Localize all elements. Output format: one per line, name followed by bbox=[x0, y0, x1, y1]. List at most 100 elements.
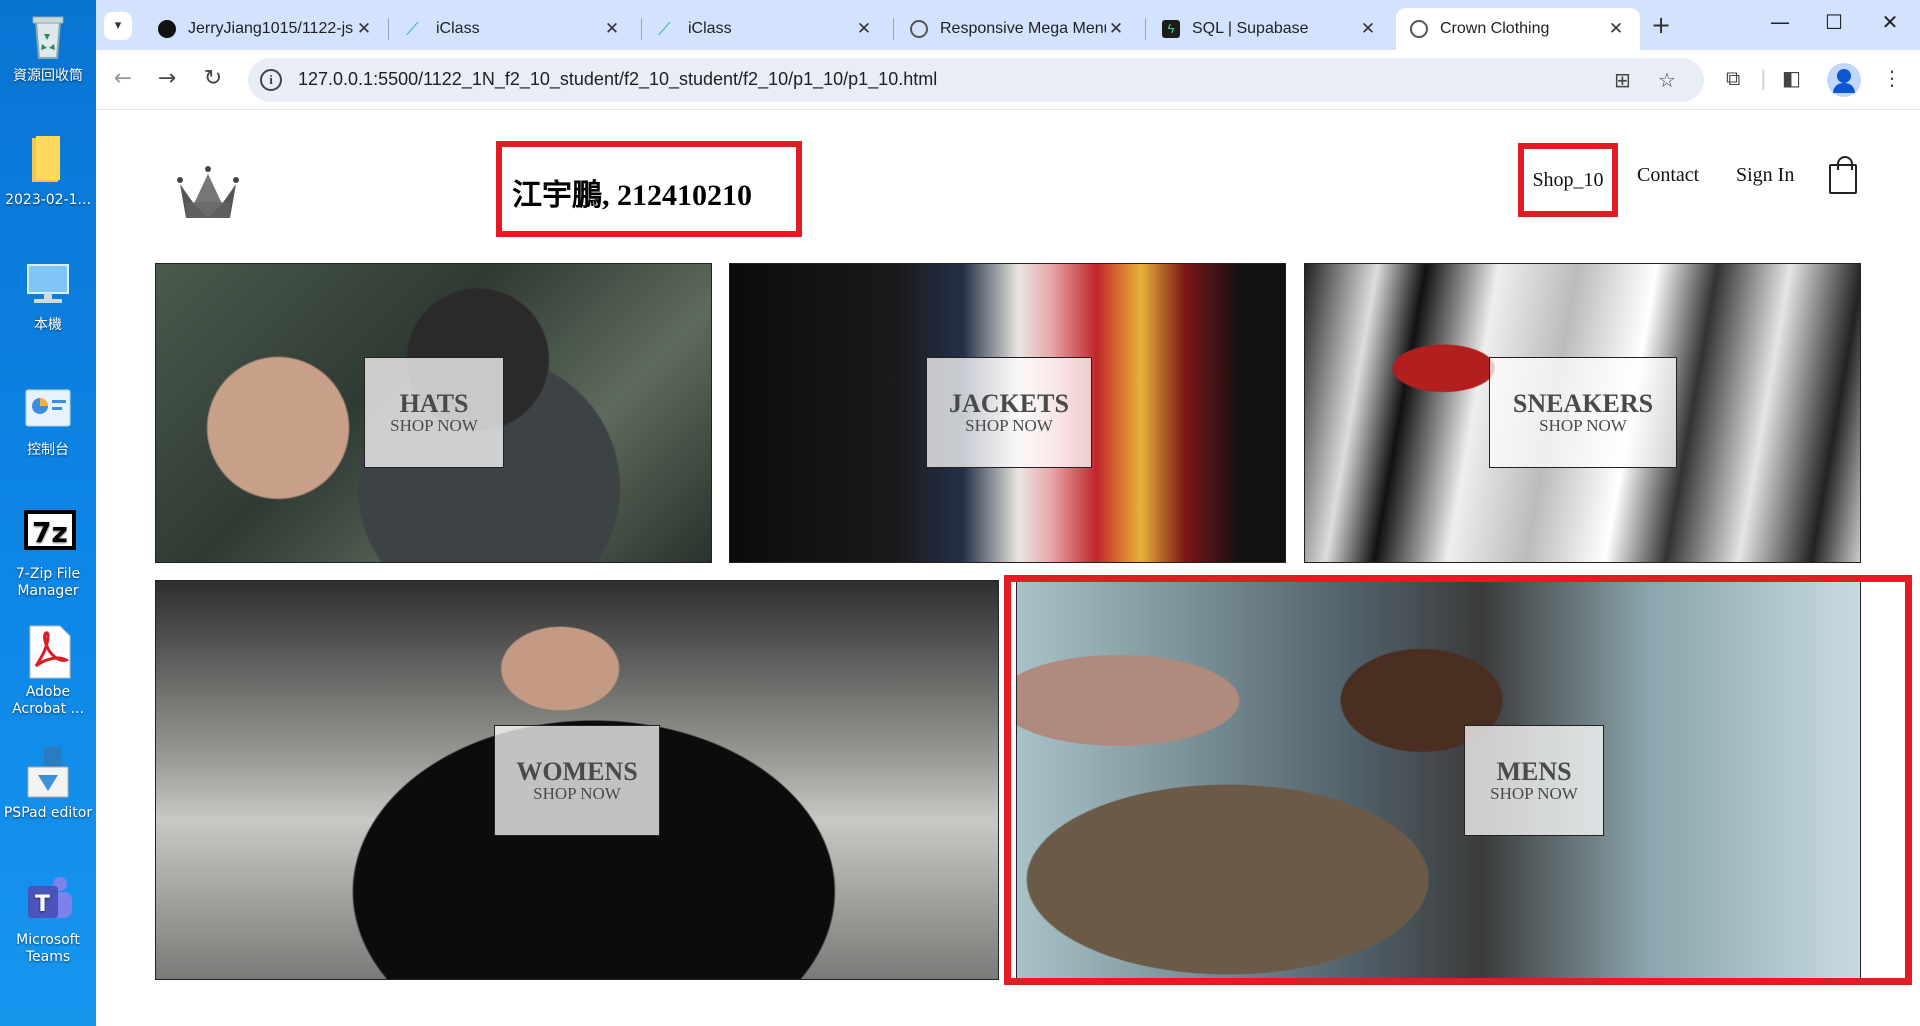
toolbar-divider: | bbox=[1760, 66, 1767, 90]
tab-strip: ▾ JerryJiang1015/1122-js ✕ ⟋ iClass ✕ ⟋ … bbox=[96, 0, 1920, 50]
tab-divider bbox=[893, 18, 894, 40]
desktop-icon-label: 控制台 bbox=[27, 442, 69, 458]
category-tile-sneakers[interactable]: SNEAKERS SHOP NOW bbox=[1304, 263, 1861, 563]
address-bar[interactable]: i 127.0.0.1:5500/1122_1N_f2_10_student/f… bbox=[248, 58, 1704, 102]
close-icon[interactable]: ✕ bbox=[1606, 19, 1626, 39]
web-page: 江宇鵬, 212410210 Shop_10 Contact Sign In H… bbox=[96, 110, 1920, 1026]
category-label[interactable]: SNEAKERS SHOP NOW bbox=[1489, 357, 1677, 468]
7zip-icon: 7z bbox=[20, 506, 76, 562]
category-tile-jackets[interactable]: JACKETS SHOP NOW bbox=[729, 263, 1286, 563]
desktop-icon-label: 本機 bbox=[34, 317, 62, 333]
close-window-button[interactable]: ✕ bbox=[1870, 10, 1910, 34]
tab-search-button[interactable]: ▾ bbox=[104, 12, 132, 40]
iclass-icon: ⟋ bbox=[658, 19, 671, 39]
pspad-icon bbox=[20, 745, 76, 801]
desktop-icon-acrobat[interactable]: Adobe Acrobat ... bbox=[0, 624, 96, 718]
category-title: SNEAKERS bbox=[1512, 389, 1654, 418]
close-icon[interactable]: ✕ bbox=[354, 19, 374, 39]
category-tile-hats[interactable]: HATS SHOP NOW bbox=[155, 263, 712, 563]
globe-icon bbox=[1410, 20, 1428, 38]
shop-now-text: SHOP NOW bbox=[390, 416, 478, 435]
desktop-icon-7zip[interactable]: 7z 7-Zip File Manager bbox=[0, 506, 96, 600]
tab-mega-menu[interactable]: Responsive Mega Menu ✕ bbox=[896, 8, 1140, 50]
url-text[interactable]: 127.0.0.1:5500/1122_1N_f2_10_student/f2_… bbox=[298, 69, 937, 90]
category-title: WOMENS bbox=[516, 757, 638, 786]
category-label[interactable]: JACKETS SHOP NOW bbox=[926, 357, 1092, 468]
desktop-icon-label: PSPad editor bbox=[3, 805, 93, 821]
tab-title: SQL | Supabase bbox=[1192, 20, 1309, 37]
new-tab-button[interactable]: + bbox=[1651, 12, 1671, 38]
minimize-button[interactable]: — bbox=[1760, 10, 1800, 34]
desktop-icon-label: 資源回收筒 bbox=[13, 68, 83, 84]
recycle-bin-icon bbox=[20, 8, 76, 64]
close-icon[interactable]: ✕ bbox=[854, 19, 874, 39]
maximize-button[interactable]: ☐ bbox=[1814, 10, 1854, 34]
desktop-icon-folder[interactable]: 2023-02-1... bbox=[0, 132, 96, 209]
menu-kebab-icon[interactable]: ⋮ bbox=[1882, 66, 1902, 90]
globe-icon bbox=[910, 20, 928, 38]
close-icon[interactable]: ✕ bbox=[1358, 19, 1378, 39]
tab-iclass-1[interactable]: ⟋ iClass ✕ bbox=[392, 8, 636, 50]
iclass-icon: ⟋ bbox=[406, 19, 419, 39]
svg-text:T: T bbox=[35, 892, 50, 917]
desktop-icon-teams[interactable]: T Microsoft Teams bbox=[0, 872, 96, 966]
reload-button[interactable]: ↻ bbox=[198, 66, 228, 92]
browser-window: ▾ JerryJiang1015/1122-js ✕ ⟋ iClass ✕ ⟋ … bbox=[96, 0, 1920, 1026]
profile-avatar[interactable] bbox=[1827, 63, 1861, 97]
computer-icon bbox=[20, 257, 76, 313]
category-label[interactable]: HATS SHOP NOW bbox=[364, 357, 504, 468]
desktop-icon-pspad[interactable]: PSPad editor bbox=[0, 745, 96, 822]
student-name-box: 江宇鵬, 212410210 bbox=[496, 141, 802, 237]
svg-text:7z: 7z bbox=[32, 516, 68, 549]
mens-highlight-frame bbox=[1004, 575, 1912, 985]
forward-button[interactable]: → bbox=[152, 66, 182, 92]
desktop-icon-label: Adobe Acrobat ... bbox=[12, 684, 84, 717]
desktop-icon-computer[interactable]: 本機 bbox=[0, 257, 96, 334]
crown-logo-icon[interactable] bbox=[176, 166, 240, 220]
tab-crown-clothing[interactable]: Crown Clothing ✕ bbox=[1396, 8, 1640, 50]
tab-github[interactable]: JerryJiang1015/1122-js ✕ bbox=[144, 8, 388, 50]
control-panel-icon bbox=[20, 382, 76, 438]
github-icon bbox=[158, 20, 176, 38]
tab-title: Crown Clothing bbox=[1440, 20, 1550, 37]
translate-icon[interactable]: ⊞ bbox=[1614, 68, 1631, 92]
extensions-icon[interactable]: ⧉ bbox=[1726, 66, 1740, 90]
close-icon[interactable]: ✕ bbox=[1106, 19, 1126, 39]
shopping-bag-icon[interactable] bbox=[1829, 156, 1857, 194]
desktop-icon-label: Microsoft Teams bbox=[16, 932, 80, 965]
site-info-icon[interactable]: i bbox=[260, 69, 282, 91]
bookmark-star-icon[interactable]: ☆ bbox=[1658, 68, 1676, 92]
desktop-icon-recycle-bin[interactable]: 資源回收筒 bbox=[0, 8, 96, 85]
category-title: HATS bbox=[399, 389, 469, 418]
close-icon[interactable]: ✕ bbox=[602, 19, 622, 39]
tab-title: iClass bbox=[688, 20, 732, 37]
category-label[interactable]: WOMENS SHOP NOW bbox=[494, 725, 660, 836]
category-title: JACKETS bbox=[949, 389, 1069, 418]
tab-divider bbox=[388, 18, 389, 40]
folder-icon bbox=[20, 132, 76, 188]
tab-divider bbox=[1145, 18, 1146, 40]
shop-now-text: SHOP NOW bbox=[965, 416, 1053, 435]
desktop-icon-control-panel[interactable]: 控制台 bbox=[0, 382, 96, 459]
supabase-icon: ϟ bbox=[1162, 20, 1180, 38]
teams-icon: T bbox=[20, 872, 76, 928]
desktop: 資源回收筒 2023-02-1... 本機 控制台 7z 7-Zip File … bbox=[0, 0, 96, 1026]
tab-divider bbox=[641, 18, 642, 40]
nav-signin-link[interactable]: Sign In bbox=[1736, 164, 1794, 187]
browser-toolbar: ← → ↻ i 127.0.0.1:5500/1122_1N_f2_10_stu… bbox=[96, 50, 1920, 110]
desktop-icon-label: 7-Zip File Manager bbox=[15, 566, 81, 599]
side-panel-icon[interactable]: ◧ bbox=[1782, 66, 1801, 90]
shop-now-text: SHOP NOW bbox=[533, 784, 621, 803]
tab-supabase[interactable]: ϟ SQL | Supabase ✕ bbox=[1148, 8, 1392, 50]
chevron-down-icon: ▾ bbox=[114, 18, 122, 33]
tab-title: Responsive Mega Menu bbox=[940, 20, 1106, 37]
tab-title: JerryJiang1015/1122-js bbox=[188, 20, 354, 37]
back-button[interactable]: ← bbox=[108, 66, 138, 92]
tab-iclass-2[interactable]: ⟋ iClass ✕ bbox=[644, 8, 888, 50]
category-tile-womens[interactable]: WOMENS SHOP NOW bbox=[155, 580, 999, 980]
acrobat-icon bbox=[20, 624, 76, 680]
tab-title: iClass bbox=[436, 20, 480, 37]
nav-contact-link[interactable]: Contact bbox=[1637, 164, 1699, 187]
nav-shop-label: Shop_10 bbox=[1532, 168, 1604, 191]
nav-shop-link[interactable]: Shop_10 bbox=[1518, 143, 1618, 217]
